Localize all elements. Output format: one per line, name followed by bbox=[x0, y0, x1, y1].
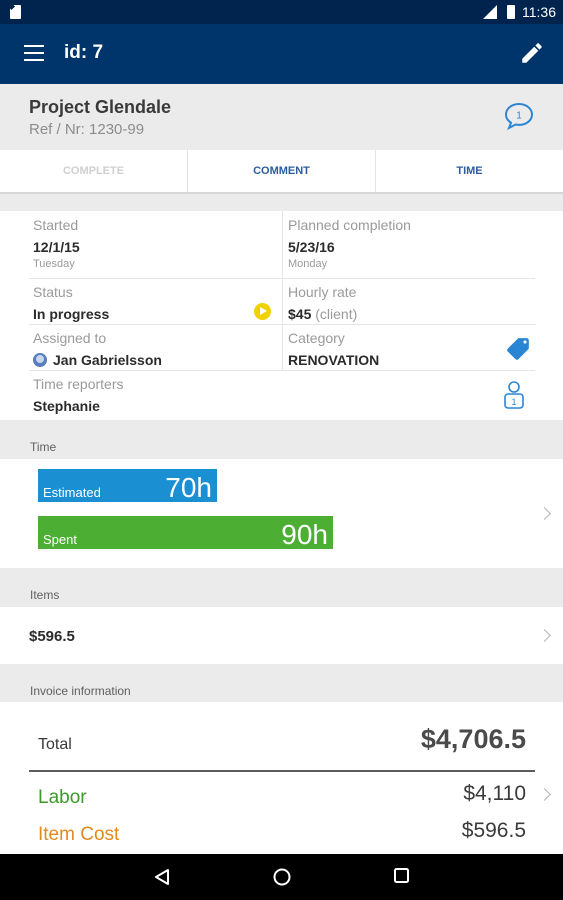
planned-value: 5/23/16 bbox=[288, 239, 335, 255]
category-field[interactable]: Category RENOVATION bbox=[288, 330, 379, 368]
comment-bubble-icon[interactable]: 1 bbox=[503, 101, 535, 131]
back-icon[interactable] bbox=[152, 867, 172, 887]
comment-count: 1 bbox=[516, 111, 522, 122]
status-bar: 11:36 bbox=[0, 0, 563, 24]
time-section[interactable]: Estimated 70h Spent 90h bbox=[0, 459, 563, 568]
planned-completion-field[interactable]: Planned completion 5/23/16 Monday bbox=[288, 217, 411, 270]
items-section-header: Items bbox=[0, 568, 563, 607]
assigned-field[interactable]: Assigned to Jan Gabrielsson bbox=[33, 330, 162, 368]
labor-label: Labor bbox=[38, 787, 87, 808]
row-divider bbox=[29, 324, 535, 325]
recents-icon[interactable] bbox=[393, 867, 411, 885]
home-icon[interactable] bbox=[272, 867, 292, 887]
assigned-value: Jan Gabrielsson bbox=[53, 352, 162, 368]
row-divider bbox=[29, 278, 535, 279]
started-field[interactable]: Started 12/1/15 Tuesday bbox=[33, 217, 80, 270]
hourly-rate-field[interactable]: Hourly rate $45 (client) bbox=[288, 284, 357, 322]
assigned-label: Assigned to bbox=[33, 330, 107, 346]
started-value: 12/1/15 bbox=[33, 239, 80, 255]
total-value: $4,706.5 bbox=[420, 724, 526, 754]
labor-value: $4,110 bbox=[463, 782, 526, 805]
row-divider bbox=[29, 370, 535, 371]
play-icon[interactable] bbox=[254, 303, 271, 320]
hourly-value: $45 bbox=[288, 306, 312, 322]
project-details: Started 12/1/15 Tuesday Planned completi… bbox=[0, 211, 563, 420]
app-bar: id: 7 bbox=[0, 24, 563, 84]
invoice-section-header: Invoice information bbox=[0, 664, 563, 702]
estimated-value: 70h bbox=[165, 472, 212, 503]
time-section-header: Time bbox=[0, 420, 563, 459]
labor-row: Labor $4,110 bbox=[38, 782, 526, 812]
category-value: RENOVATION bbox=[288, 352, 380, 368]
clock: 11:36 bbox=[522, 4, 556, 20]
estimated-bar: Estimated 70h bbox=[38, 469, 217, 503]
tab-comment[interactable]: COMMENT bbox=[188, 150, 376, 192]
estimated-label: Estimated bbox=[43, 485, 101, 500]
planned-day: Monday bbox=[288, 258, 328, 270]
project-header: Project Glendale Ref / Nr: 1230-99 1 bbox=[0, 84, 563, 150]
total-label: Total bbox=[38, 736, 72, 753]
chevron-right-icon bbox=[538, 507, 551, 520]
battery-icon bbox=[507, 5, 515, 19]
tab-time[interactable]: TIME bbox=[376, 150, 563, 192]
started-label: Started bbox=[33, 217, 79, 233]
signal-icon bbox=[483, 5, 497, 19]
started-day: Tuesday bbox=[33, 258, 75, 270]
spent-label: Spent bbox=[43, 532, 77, 547]
status-label: Status bbox=[33, 284, 73, 300]
spent-bar: Spent 90h bbox=[38, 516, 333, 550]
hourly-note: (client) bbox=[315, 306, 358, 322]
system-nav-bar bbox=[0, 854, 563, 900]
reporters-label: Time reporters bbox=[33, 376, 124, 392]
project-name: Project Glendale bbox=[29, 97, 172, 117]
sd-card-icon bbox=[10, 5, 21, 19]
chevron-right-icon bbox=[538, 788, 551, 801]
reporters-value: Stephanie bbox=[33, 398, 100, 414]
edit-pencil-icon[interactable] bbox=[519, 40, 545, 66]
item-cost-value: $596.5 bbox=[461, 819, 526, 842]
tab-complete[interactable]: COMPLETE bbox=[0, 150, 188, 192]
tag-icon[interactable] bbox=[505, 336, 531, 362]
item-cost-label: Item Cost bbox=[38, 824, 120, 845]
chevron-right-icon bbox=[538, 629, 551, 642]
status-field[interactable]: Status In progress bbox=[33, 284, 109, 322]
invoice-section[interactable]: Total $4,706.5 Labor $4,110 Item Cost $5… bbox=[0, 702, 563, 854]
page-title: id: 7 bbox=[64, 42, 104, 63]
status-value: In progress bbox=[33, 306, 110, 322]
item-cost-row: Item Cost $596.5 bbox=[38, 819, 526, 849]
reporters-count: 1 bbox=[511, 397, 516, 407]
spent-value: 90h bbox=[281, 519, 328, 550]
total-row: Total $4,706.5 bbox=[38, 724, 526, 764]
project-ref: Ref / Nr: 1230-99 bbox=[29, 121, 145, 138]
items-row[interactable]: $596.5 bbox=[0, 607, 563, 664]
person-count-icon[interactable]: 1 bbox=[503, 380, 525, 410]
hourly-label: Hourly rate bbox=[288, 284, 357, 300]
time-reporters-field[interactable]: Time reporters Stephanie bbox=[33, 376, 124, 414]
total-separator bbox=[29, 770, 535, 772]
items-value: $596.5 bbox=[29, 628, 75, 645]
column-divider bbox=[282, 211, 283, 371]
planned-label: Planned completion bbox=[288, 217, 411, 233]
menu-icon[interactable] bbox=[24, 45, 44, 61]
action-tabs: COMPLETE COMMENT TIME bbox=[0, 150, 563, 194]
avatar bbox=[33, 353, 47, 367]
category-label: Category bbox=[288, 330, 345, 346]
